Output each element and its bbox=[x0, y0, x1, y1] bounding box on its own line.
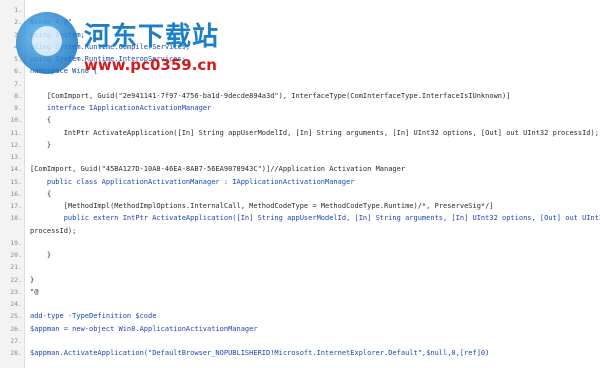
line-number: 19. bbox=[10, 238, 22, 247]
code-line: 13. bbox=[0, 151, 600, 163]
line-number: 16. bbox=[10, 189, 22, 198]
watermark: 河东下载站 www.pc0359.cn bbox=[4, 6, 264, 78]
code-line: 12. } bbox=[0, 139, 600, 151]
code-line: 17. [MethodImpl(MethodImplOptions.Intern… bbox=[0, 200, 600, 212]
code-line: 8. [ComImport, Guid("2e941141-7f97-4756-… bbox=[0, 90, 600, 102]
line-number: 21. bbox=[10, 263, 22, 272]
line-number: 10. bbox=[10, 116, 22, 125]
watermark-url: www.pc0359.cn bbox=[84, 56, 217, 74]
line-number: 24. bbox=[10, 300, 22, 308]
code-line: 23. "@ bbox=[0, 286, 600, 298]
code-line: 27. bbox=[0, 335, 600, 347]
line-number: 20. bbox=[10, 251, 22, 259]
line-number: 7. bbox=[14, 79, 22, 88]
code-text: IntPtr ActivateApplication([In] String a… bbox=[30, 128, 599, 137]
line-number: 17. bbox=[10, 202, 22, 210]
code-text: } bbox=[30, 140, 52, 149]
code-line: 19. bbox=[0, 237, 600, 249]
code-text: processId); bbox=[30, 226, 77, 235]
code-text: [ComImport, Guid("2e941141-7f97-4756-ba1… bbox=[30, 91, 511, 100]
code-text: "@ bbox=[30, 287, 39, 296]
code-line: 24. bbox=[0, 298, 600, 310]
line-number: 14. bbox=[10, 165, 22, 174]
code-line: processId); bbox=[0, 225, 600, 237]
line-number: 15. bbox=[10, 177, 22, 186]
code-line: 25. add-type -TypeDefinition $code bbox=[0, 310, 600, 322]
line-number: 26. bbox=[10, 324, 22, 333]
logo-icon bbox=[16, 12, 78, 74]
code-text: $appman.ActivateApplication("DefaultBrow… bbox=[30, 349, 490, 357]
code-text: public extern IntPtr ActivateApplication… bbox=[30, 214, 600, 223]
line-number: 22. bbox=[10, 275, 22, 284]
line-number: 9. bbox=[14, 104, 22, 112]
code-line: 9. interface IApplicationActivationManag… bbox=[0, 102, 600, 114]
line-number: 27. bbox=[10, 336, 22, 345]
code-line: 11. IntPtr ActivateApplication([In] Stri… bbox=[0, 127, 600, 139]
code-line: 16. { bbox=[0, 188, 600, 200]
line-number: 18. bbox=[10, 214, 22, 223]
line-number: 25. bbox=[10, 312, 22, 321]
code-line: 21. bbox=[0, 261, 600, 273]
code-line: 7. bbox=[0, 78, 600, 90]
code-line: 22.} bbox=[0, 274, 600, 286]
line-number: 11. bbox=[10, 128, 22, 137]
line-number: 8. bbox=[14, 91, 22, 100]
code-text: { bbox=[30, 189, 52, 198]
code-line: 15. public class ApplicationActivationMa… bbox=[0, 176, 600, 188]
code-text: } bbox=[30, 275, 35, 284]
line-number: 12. bbox=[10, 140, 22, 149]
code-line: 28. $appman.ActivateApplication("DefaultB… bbox=[0, 347, 600, 359]
code-text: [MethodImpl(MethodImplOptions.InternalCa… bbox=[30, 202, 494, 210]
line-number: 23. bbox=[10, 287, 22, 296]
code-text: $appman = new-object Win8.ApplicationAct… bbox=[30, 324, 258, 333]
code-line: 14. [ComImport, Guid("45BA127D-10A8-46EA-… bbox=[0, 163, 600, 175]
watermark-site-name: 河东下载站 bbox=[84, 22, 220, 52]
code-line: 18. public extern IntPtr ActivateApplica… bbox=[0, 212, 600, 224]
code-line: 26. $appman = new-object Win8.Application… bbox=[0, 323, 600, 335]
code-line: 10. { bbox=[0, 114, 600, 126]
code-text: } bbox=[30, 251, 52, 259]
code-text: add-type -TypeDefinition $code bbox=[30, 312, 157, 321]
line-number: 13. bbox=[10, 153, 22, 161]
code-text: interface IApplicationActivationManager bbox=[30, 104, 212, 112]
line-number: 28. bbox=[10, 349, 22, 357]
code-line: 20. } bbox=[0, 249, 600, 261]
logo-inner bbox=[32, 26, 62, 56]
code-text: [ComImport, Guid("45BA127D-10A8-46EA-8AB… bbox=[30, 165, 406, 174]
code-text: { bbox=[30, 116, 52, 125]
code-text: public class ApplicationActivationManage… bbox=[30, 177, 355, 186]
